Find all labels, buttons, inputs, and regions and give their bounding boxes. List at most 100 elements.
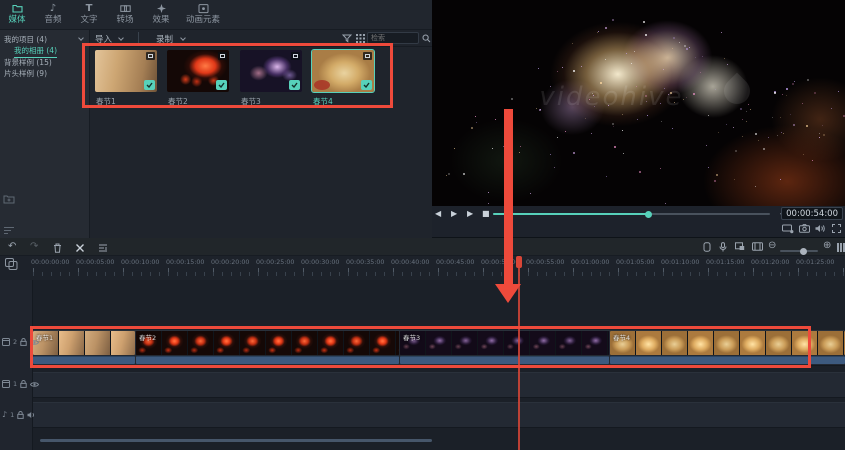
lock-icon[interactable] bbox=[20, 380, 27, 388]
firework-sparkle bbox=[639, 171, 641, 173]
firework-sparkle bbox=[786, 95, 787, 96]
timeline-clip[interactable]: 春节4 bbox=[610, 331, 845, 365]
media-thumbnail-chunjie2[interactable] bbox=[167, 50, 229, 92]
lock-icon[interactable] bbox=[20, 338, 27, 346]
firework-sparkle bbox=[724, 58, 725, 59]
timeline-clip[interactable]: 春节1 bbox=[33, 331, 135, 365]
sidebar-item-background-samples[interactable]: 背景样例 (15) bbox=[4, 57, 52, 68]
track-header-audio1: ♪ 1 bbox=[2, 410, 36, 419]
firework-sparkle bbox=[554, 167, 555, 168]
record-button[interactable]: 录制 bbox=[156, 33, 173, 45]
firework-sparkle bbox=[661, 121, 662, 122]
play-button[interactable]: ▶ bbox=[451, 208, 457, 219]
zoom-slider-handle[interactable] bbox=[800, 248, 807, 255]
timeline-clip[interactable]: 春节3 bbox=[400, 331, 609, 365]
ruler-timestamp: 00:01:15:00 bbox=[706, 259, 744, 266]
step-forward-button[interactable]: ▶ bbox=[467, 208, 473, 219]
firework-sparkle bbox=[581, 66, 582, 67]
new-folder-icon[interactable] bbox=[3, 194, 15, 204]
firework-sparkle bbox=[740, 108, 742, 110]
tab-effects[interactable]: 效果 bbox=[150, 3, 172, 25]
check-icon bbox=[289, 80, 300, 90]
sidebar-item-my-projects[interactable]: 我的项目 (4) bbox=[4, 34, 47, 45]
undo-icon[interactable]: ↶ bbox=[8, 242, 16, 252]
timeline-clip[interactable]: 春节2 bbox=[136, 331, 399, 365]
firework-sparkle bbox=[608, 105, 609, 106]
redo-icon[interactable]: ↷ bbox=[30, 242, 38, 252]
seek-bar[interactable] bbox=[493, 213, 770, 215]
playhead[interactable] bbox=[518, 256, 520, 450]
chevron-down-icon[interactable] bbox=[78, 35, 84, 41]
clip-audio-strip bbox=[610, 356, 845, 364]
firework-sparkle bbox=[589, 99, 590, 100]
filter-icon[interactable] bbox=[342, 34, 352, 43]
firework-sparkle bbox=[562, 67, 563, 68]
tab-text[interactable]: T 文字 bbox=[78, 3, 100, 25]
timeline-horizontal-scrollbar[interactable] bbox=[40, 439, 432, 442]
search-icon[interactable] bbox=[422, 34, 431, 43]
firework-sparkle bbox=[819, 137, 820, 138]
clip-filmstrip bbox=[400, 331, 609, 355]
firework-sparkle bbox=[495, 119, 496, 120]
firework-sparkle bbox=[822, 125, 823, 126]
chevron-down-icon[interactable] bbox=[180, 35, 186, 41]
sort-list-icon[interactable] bbox=[3, 226, 15, 235]
display-device-icon[interactable] bbox=[782, 224, 794, 234]
marker-icon[interactable] bbox=[703, 242, 711, 252]
timeline-zoom-slider[interactable] bbox=[780, 250, 818, 252]
video-track-icon bbox=[2, 338, 10, 346]
clip-label: 春节4 bbox=[613, 332, 630, 342]
seek-handle[interactable] bbox=[645, 211, 652, 218]
firework-sparkle bbox=[634, 51, 635, 52]
firework-sparkle bbox=[643, 21, 645, 23]
snapshot-camera-icon[interactable] bbox=[799, 224, 810, 233]
media-thumbnail-chunjie4[interactable] bbox=[312, 50, 374, 92]
scissors-cut-icon[interactable] bbox=[75, 243, 85, 253]
sidebar-item-label: 片头样例 (9) bbox=[4, 69, 47, 78]
import-button[interactable]: 导入 bbox=[95, 33, 112, 45]
firework-sparkle bbox=[550, 154, 551, 155]
eye-visibility-icon[interactable] bbox=[30, 381, 39, 388]
tab-audio[interactable]: ♪ 音频 bbox=[42, 3, 64, 25]
crop-split-icon[interactable] bbox=[98, 243, 108, 253]
volume-icon[interactable] bbox=[815, 224, 826, 233]
timeline-ruler[interactable]: 00:00:00:0000:00:05:0000:00:10:0000:00:1… bbox=[0, 256, 845, 280]
firework-sparkle bbox=[838, 91, 839, 92]
delete-trash-icon[interactable] bbox=[53, 243, 62, 253]
firework-sparkle bbox=[700, 72, 701, 73]
filmstrip-frame bbox=[344, 331, 369, 355]
render-preview-icon[interactable] bbox=[752, 242, 763, 251]
tab-elements[interactable]: 动画元素 bbox=[186, 3, 220, 25]
clip-audio-strip bbox=[33, 356, 135, 364]
step-back-button[interactable]: ◀ bbox=[435, 208, 441, 219]
clip-audio-strip bbox=[136, 356, 399, 364]
zoom-in-icon[interactable]: ⊕ bbox=[823, 241, 831, 251]
grid-view-icon[interactable] bbox=[356, 34, 365, 43]
media-thumbnail-chunjie3[interactable] bbox=[240, 50, 302, 92]
sidebar-item-intro-samples[interactable]: 片头样例 (9) bbox=[4, 68, 47, 79]
chevron-down-icon[interactable] bbox=[118, 35, 124, 41]
tab-label: 效果 bbox=[152, 16, 169, 25]
stop-button[interactable]: ■ bbox=[482, 208, 490, 219]
tab-label: 动画元素 bbox=[186, 16, 220, 25]
firework-sparkle bbox=[605, 27, 607, 29]
firework-sparkle bbox=[605, 59, 606, 60]
fit-timeline-icon[interactable] bbox=[837, 243, 845, 252]
zoom-out-icon[interactable]: ⊖ bbox=[768, 241, 776, 251]
mixer-pip-icon[interactable] bbox=[735, 242, 745, 251]
search-input[interactable] bbox=[367, 32, 419, 44]
track-header-column: 2 1 ♪ 1 bbox=[0, 280, 33, 450]
media-thumbnail-chunjie1[interactable] bbox=[95, 50, 157, 92]
speaker-mute-icon[interactable] bbox=[27, 411, 36, 419]
video-editor-window: 媒体 ♪ 音频 T 文字 转场 效果 动画元素 导出 我的项目 (4) 我的相册… bbox=[0, 0, 845, 450]
tab-transitions[interactable]: 转场 bbox=[114, 3, 136, 25]
firework-sparkle bbox=[673, 37, 675, 39]
seek-fill bbox=[493, 213, 648, 215]
lock-icon[interactable] bbox=[17, 411, 24, 419]
fullscreen-icon[interactable] bbox=[832, 224, 841, 233]
filmstrip-frame bbox=[188, 331, 213, 355]
voiceover-mic-icon[interactable] bbox=[719, 242, 727, 252]
manage-tracks-icon[interactable] bbox=[5, 258, 18, 270]
filmstrip-frame bbox=[714, 331, 739, 355]
tab-media[interactable]: 媒体 bbox=[6, 3, 28, 25]
